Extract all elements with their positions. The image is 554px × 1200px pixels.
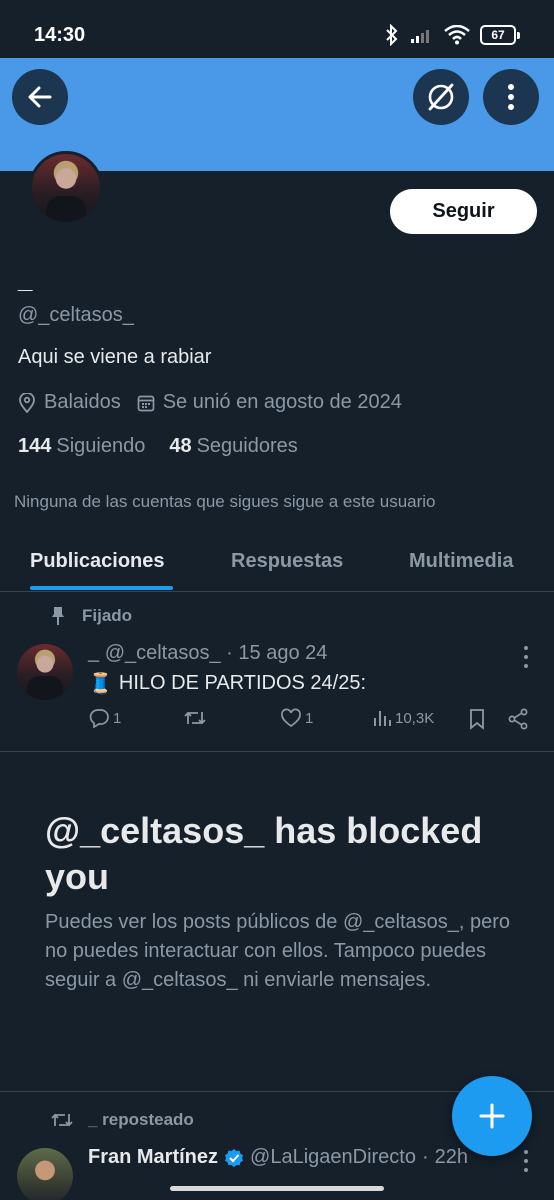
back-button[interactable] [12,69,68,125]
bookmark-button[interactable] [468,708,486,730]
dot-separator: · [226,642,233,664]
tab-publicaciones[interactable]: Publicaciones [30,550,165,573]
views-count: 10,3K [395,709,435,727]
following-count: 144 [18,435,52,457]
reply-count: 1 [113,709,122,727]
repost-label: _ reposteado [50,1110,194,1130]
grok-button[interactable] [413,69,469,125]
share-button[interactable] [507,708,529,730]
post-more-button[interactable] [523,646,529,668]
reply-icon [89,709,109,728]
repost-author-avatar[interactable] [17,1148,73,1200]
post-body: HILO DE PARTIDOS 24/25: [118,672,367,694]
display-name: _ [18,264,33,294]
status-bar: 14:30 67 [0,0,554,58]
post-text: 🧵 HILO DE PARTIDOS 24/25: [88,671,366,696]
repost-header: Fran Martínez @LaLigaenDirecto · 22h [88,1146,468,1169]
profile-handle: @_celtasos_ [18,304,134,326]
post-author-name[interactable]: _ [88,642,99,664]
following-label: Siguiendo [56,435,146,457]
profile-banner [0,58,554,171]
location: Balaidos [18,391,121,414]
more-dot [524,1159,528,1163]
views-icon [374,711,391,726]
followers-label: Seguidores [196,435,298,457]
grok-icon [428,83,454,111]
post-author-handle[interactable]: @_celtasos_ [105,642,221,664]
profile-tabs: Publicaciones Respuestas Multimedia [0,536,554,592]
bookmark-icon [470,709,484,730]
repost-time[interactable]: 22h [435,1146,468,1169]
post-date[interactable]: 15 ago 24 [238,642,327,664]
no-mutual-followers-note: Ninguna de las cuentas que sigues sigue … [14,492,436,511]
location-icon [19,392,35,413]
dot-separator: · [422,1146,429,1168]
profile-bio: Aqui se viene a rabiar [18,346,212,368]
active-tab-indicator [30,586,173,590]
signal-icon [411,30,429,43]
like-icon [281,708,301,728]
profile-meta: Balaidos Se unió en agosto de 2024 [18,391,418,414]
status-icons: 67 [384,24,520,46]
status-time: 14:30 [34,24,86,46]
repost-icon [51,1113,73,1127]
pin-icon [52,607,64,625]
repost-label-text[interactable]: _ reposteado [88,1110,194,1130]
more-dot [524,646,528,650]
followers-link[interactable]: 48 Seguidores [169,435,297,458]
follow-stats: 144 Siguiendo 48 Seguidores [18,435,298,458]
repost-author-name[interactable]: Fran Martínez [88,1146,218,1169]
compose-button[interactable] [452,1076,532,1156]
post-avatar[interactable] [17,644,73,700]
followers-count: 48 [169,435,192,457]
following-link[interactable]: 144 Siguiendo [18,435,145,458]
plus-icon [479,1103,505,1129]
follow-button[interactable]: Seguir [390,189,537,234]
repost-icon [184,711,206,725]
tab-multimedia[interactable]: Multimedia [409,550,513,573]
more-options-button[interactable] [483,69,539,125]
calendar-icon [137,395,155,411]
more-dot [524,655,528,659]
post-divider [0,751,554,752]
join-date-text: Se unió en agosto de 2024 [162,391,402,413]
more-dot [524,1168,528,1172]
wifi-icon [444,25,470,45]
more-dot [524,1150,528,1154]
views-button[interactable]: 10,3K [372,708,434,728]
verified-icon [225,1148,244,1167]
reply-button[interactable]: 1 [88,708,121,728]
repost-more-button[interactable] [523,1150,529,1172]
more-dot [524,664,528,668]
more-vertical-icon [508,84,514,110]
share-icon [508,708,528,730]
blocked-description: Puedes ver los posts públicos de @_celta… [45,911,511,991]
pinned-label: Fijado [50,606,132,626]
bluetooth-icon [386,24,398,46]
like-button[interactable]: 1 [280,708,313,728]
tab-respuestas[interactable]: Respuestas [231,550,343,573]
pinned-text: Fijado [82,606,133,625]
home-indicator[interactable] [170,1186,384,1191]
thread-emoji-icon: 🧵 [88,673,113,695]
profile-avatar[interactable] [29,151,103,225]
like-count: 1 [305,709,314,727]
back-arrow-icon [28,86,52,108]
blocked-title: @_celtasos_ has blocked you [45,810,483,897]
repost-button[interactable] [183,708,207,728]
post-actions: 1 1 10,3K [88,708,533,732]
location-text: Balaidos [44,391,121,413]
battery-indicator: 67 [480,25,520,45]
repost-author-handle[interactable]: @LaLigaenDirecto [250,1146,416,1169]
join-date: Se unió en agosto de 2024 [137,391,402,414]
post-header: _ @_celtasos_ · 15 ago 24 [88,642,327,665]
